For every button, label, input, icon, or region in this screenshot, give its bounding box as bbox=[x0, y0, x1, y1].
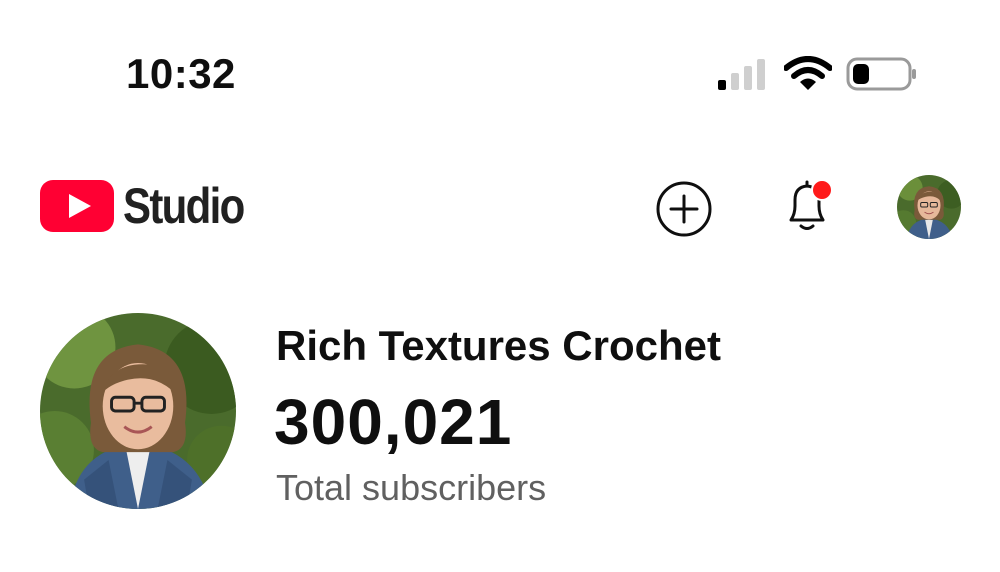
youtube-play-icon[interactable] bbox=[40, 180, 114, 232]
notifications-button[interactable] bbox=[778, 176, 840, 238]
cellular-signal-icon bbox=[716, 58, 768, 90]
account-avatar[interactable] bbox=[897, 175, 961, 239]
notification-dot bbox=[811, 179, 833, 201]
subscriber-label: Total subscribers bbox=[276, 467, 547, 508]
create-button[interactable] bbox=[655, 180, 713, 238]
status-bar-time: 10:32 bbox=[126, 50, 236, 97]
plus-circle-icon bbox=[656, 181, 712, 237]
channel-name: Rich Textures Crochet bbox=[276, 322, 721, 369]
subscriber-count: 300,021 bbox=[274, 386, 513, 458]
bell-icon bbox=[789, 179, 833, 230]
channel-avatar bbox=[40, 313, 236, 509]
studio-brand-text: Studio bbox=[123, 178, 245, 234]
battery-icon bbox=[846, 57, 918, 91]
wifi-icon bbox=[784, 56, 832, 92]
